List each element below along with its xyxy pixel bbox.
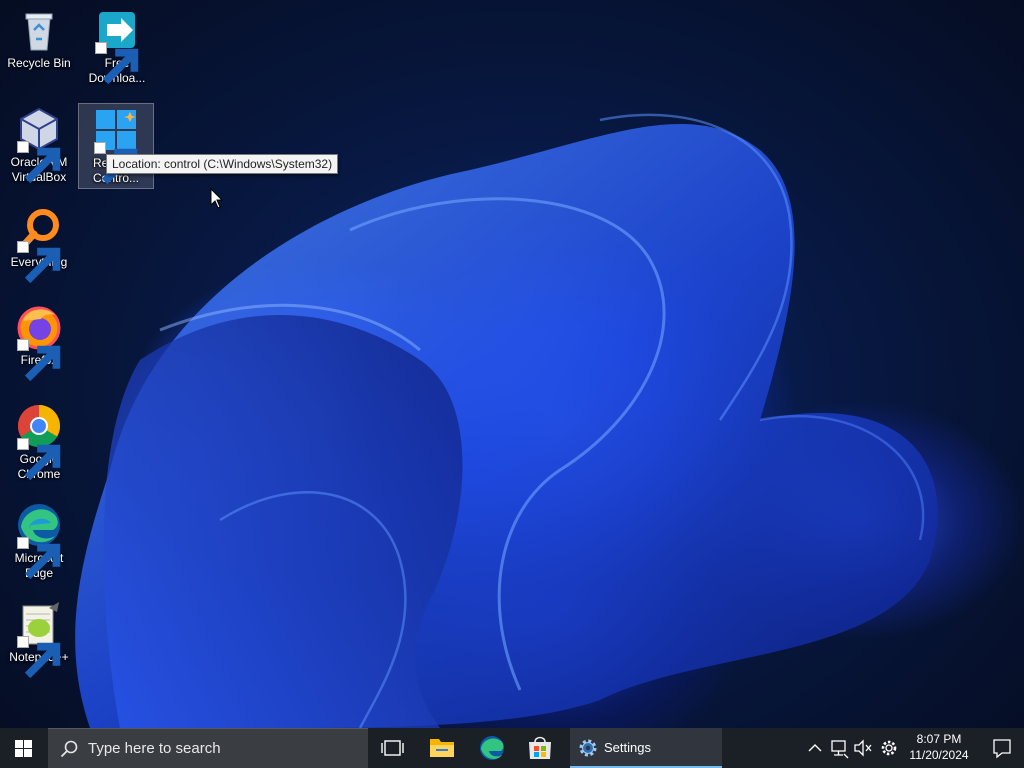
microsoft-store-button[interactable]	[520, 728, 560, 768]
mouse-cursor-icon	[210, 188, 224, 209]
chevron-up-icon	[808, 744, 822, 752]
desktop-icon-control-panel[interactable]: Re Contro...	[78, 103, 154, 189]
chrome-icon	[15, 402, 63, 481]
shortcut-arrow-icon	[95, 42, 139, 85]
control-panel-icon	[92, 106, 140, 185]
network-button[interactable]	[828, 728, 850, 768]
shortcut-arrow-icon	[17, 141, 61, 184]
clock-time: 8:07 PM	[916, 732, 962, 746]
store-icon	[529, 736, 551, 759]
taskbar: Type here to search Settings 8:07 PM 11/…	[0, 728, 1024, 768]
shortcut-arrow-icon	[17, 241, 61, 284]
desktop-icon-everything[interactable]: Everything	[1, 205, 77, 284]
desktop-icon-notepad-plus-plus[interactable]: Notepad++	[1, 600, 77, 679]
edge-icon	[15, 501, 63, 580]
speaker-muted-icon	[854, 739, 872, 757]
settings-taskbar-button[interactable]: Settings	[570, 728, 722, 768]
search-placeholder: Type here to search	[88, 740, 221, 757]
volume-button[interactable]	[852, 728, 874, 768]
show-hidden-icons-button[interactable]	[804, 728, 826, 768]
edge-icon	[480, 736, 504, 760]
notepad-plus-plus-icon	[15, 600, 63, 679]
firefox-icon	[15, 303, 63, 382]
shortcut-arrow-icon	[94, 142, 138, 185]
task-view-icon	[381, 740, 404, 756]
notification-icon	[993, 739, 1011, 759]
desktop-icon-edge[interactable]: Microsoft Edge	[1, 501, 77, 581]
desktop-icon-label: Recycle Bin	[7, 56, 71, 70]
search-icon	[60, 740, 78, 758]
notifications-button[interactable]	[980, 728, 1024, 768]
gear-icon	[579, 739, 597, 757]
taskbar-search-box[interactable]: Type here to search	[48, 728, 368, 768]
network-icon	[831, 740, 849, 759]
desktop-icon-virtualbox[interactable]: Oracle VM VirtualBox	[1, 105, 77, 185]
file-explorer-button[interactable]	[422, 728, 462, 768]
taskbar-clock[interactable]: 8:07 PM 11/20/2024	[900, 728, 978, 768]
desktop-icon-firefox[interactable]: Firefox	[1, 303, 77, 382]
settings-tray-button[interactable]	[878, 728, 900, 768]
windows-logo-icon	[15, 740, 32, 757]
everything-search-icon	[15, 205, 63, 284]
free-download-manager-icon	[93, 6, 141, 85]
desktop[interactable]: Recycle Bin Free Downloa... Oracle VM Vir…	[0, 0, 1024, 728]
shortcut-arrow-icon	[17, 339, 61, 382]
gear-icon	[881, 740, 897, 756]
settings-taskbar-label: Settings	[604, 740, 651, 755]
shortcut-arrow-icon	[17, 438, 61, 481]
virtualbox-icon	[15, 105, 63, 184]
shortcut-arrow-icon	[17, 537, 61, 580]
desktop-icon-chrome[interactable]: Google Chrome	[1, 402, 77, 482]
shortcut-arrow-icon	[17, 636, 61, 679]
desktop-icon-recycle-bin[interactable]: Recycle Bin	[1, 6, 77, 71]
folder-icon	[430, 739, 454, 757]
start-button[interactable]	[0, 728, 48, 768]
clock-date: 11/20/2024	[909, 748, 969, 762]
task-view-button[interactable]	[372, 728, 412, 768]
location-tooltip: Location: control (C:\Windows\System32)	[106, 154, 339, 174]
desktop-icon-free-download-manager[interactable]: Free Downloa...	[79, 6, 155, 86]
recycle-bin-icon	[15, 6, 63, 54]
edge-taskbar-button[interactable]	[472, 728, 512, 768]
